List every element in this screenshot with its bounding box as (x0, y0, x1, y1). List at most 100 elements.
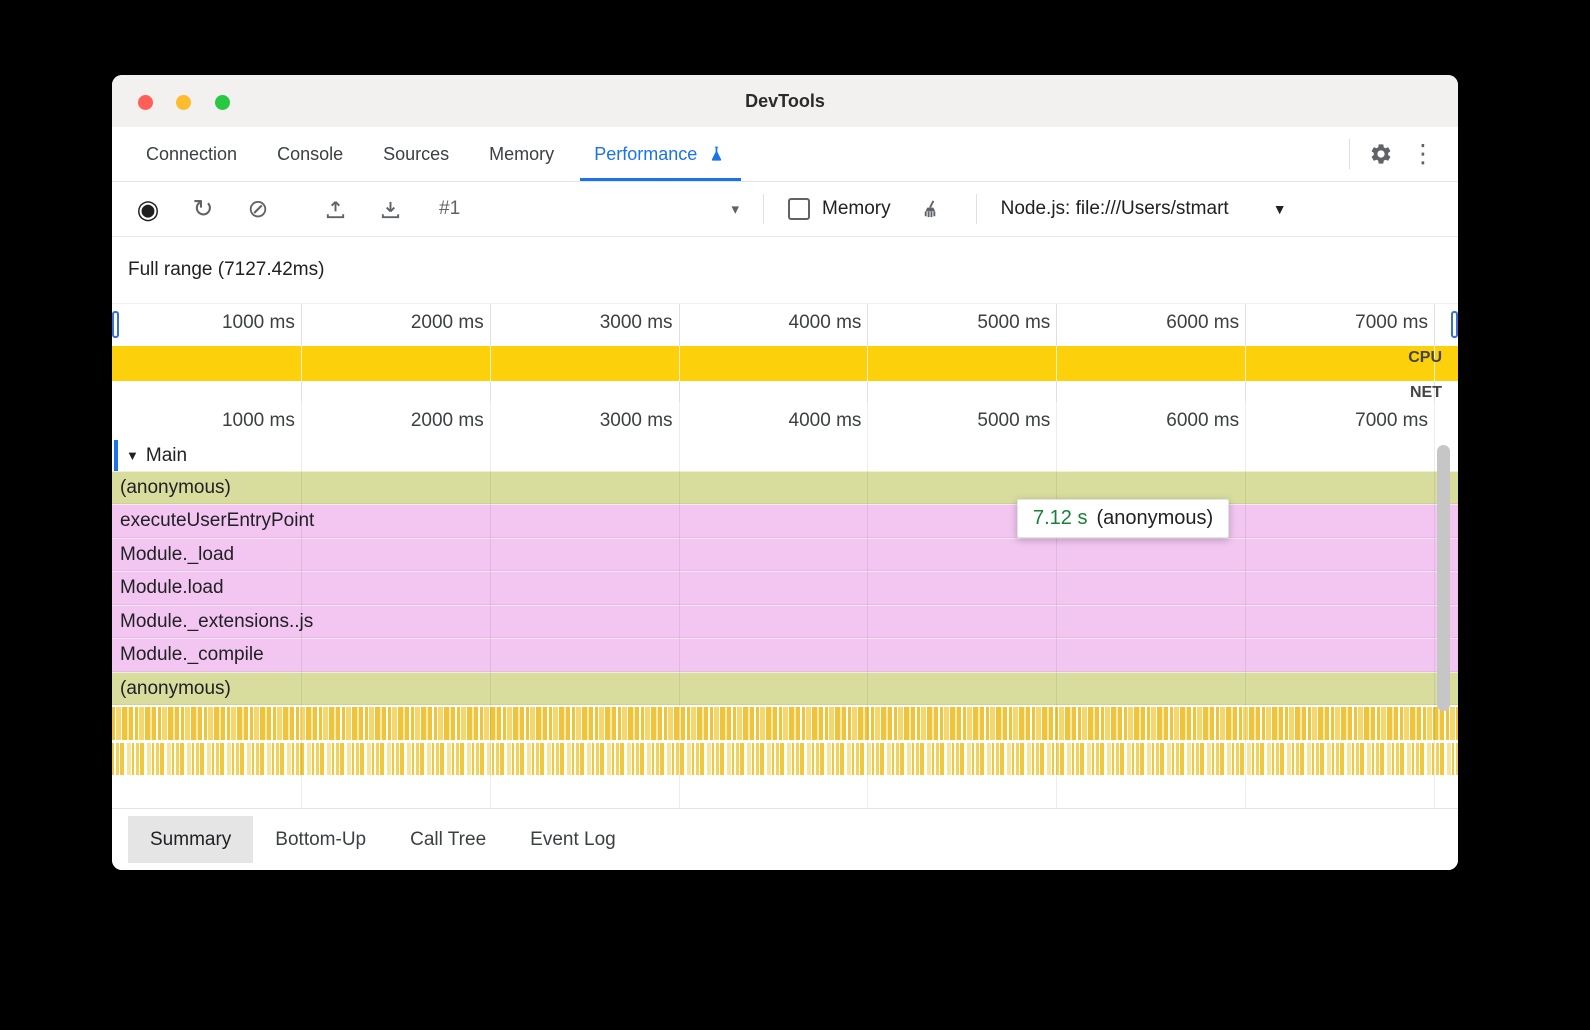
flame-row[interactable]: Module._load (112, 538, 1458, 571)
kebab-menu-icon: ⋮ (1411, 139, 1436, 169)
flame-row[interactable]: (anonymous) (112, 471, 1458, 504)
tabbar-separator (1349, 139, 1350, 169)
frame-label: Module._extensions..js (120, 611, 313, 632)
collect-garbage-icon (919, 198, 942, 221)
target-select[interactable]: Node.js: file:///Users/stmart ▼ (1001, 198, 1287, 220)
experiment-flask-icon (706, 144, 727, 165)
ruler-tick-label: 4000 ms (737, 410, 861, 432)
performance-toolbar: ◉ ↻ ⊘ #1 ▾ Memory Node.js: file:///Users… (112, 182, 1458, 237)
memory-checkbox-label: Memory (822, 198, 891, 220)
chevron-down-icon: ▾ (731, 200, 739, 218)
full-range-label: Full range (7127.42ms) (128, 259, 324, 281)
gridline (490, 304, 491, 403)
gridline (301, 304, 302, 403)
devtools-window: DevTools Connection Console Sources Memo… (112, 75, 1458, 870)
gridline (490, 402, 491, 808)
ruler-tick-label: 3000 ms (549, 410, 673, 432)
main-track-accent-bar (114, 440, 118, 471)
ruler-tick-label: 7000 ms (1304, 410, 1428, 432)
chevron-down-icon: ▼ (1273, 201, 1287, 217)
range-handle-left[interactable] (112, 311, 119, 338)
vertical-scrollbar[interactable] (1437, 445, 1450, 711)
ruler-tick-label: 2000 ms (360, 312, 484, 334)
record-icon: ◉ (137, 194, 160, 225)
upload-icon (324, 198, 347, 221)
clear-button[interactable]: ⊘ (238, 189, 278, 229)
gridline (1056, 304, 1057, 403)
frame-label: Module.load (120, 577, 224, 598)
timeline-overview[interactable]: 1000 ms 2000 ms 3000 ms 4000 ms 5000 ms … (112, 303, 1458, 404)
toolbar-separator (763, 194, 764, 224)
flame-row[interactable]: Module._compile (112, 638, 1458, 671)
clear-icon: ⊘ (248, 194, 269, 224)
profile-select-value: #1 (439, 198, 460, 220)
save-profile-button[interactable] (370, 189, 410, 229)
range-handle-right[interactable] (1451, 311, 1458, 338)
ruler-tick-label: 6000 ms (1115, 312, 1239, 334)
collect-garbage-button[interactable] (911, 189, 951, 229)
bottom-tab-bar: Summary Bottom-Up Call Tree Event Log (112, 808, 1458, 870)
gear-icon (1369, 142, 1393, 166)
frame-label: Module._compile (120, 644, 264, 665)
load-profile-button[interactable] (315, 189, 355, 229)
title-bar: DevTools (112, 75, 1458, 128)
tooltip-label: (anonymous) (1096, 507, 1213, 529)
flame-row[interactable]: executeUserEntryPoint (112, 504, 1458, 537)
ruler-tick-label: 1000 ms (171, 312, 295, 334)
frame-tooltip: 7.12 s (anonymous) (1017, 499, 1229, 538)
frame-label: (anonymous) (120, 477, 231, 498)
gridline (1056, 402, 1057, 808)
micro-frames-band[interactable] (112, 707, 1458, 740)
tab-summary[interactable]: Summary (128, 816, 253, 863)
gridline (1245, 402, 1246, 808)
tab-bottom-up[interactable]: Bottom-Up (253, 816, 388, 863)
gridline (867, 304, 868, 403)
tab-performance[interactable]: Performance (574, 127, 747, 181)
window-title: DevTools (112, 75, 1458, 127)
tab-call-tree[interactable]: Call Tree (388, 816, 508, 863)
cpu-activity-band (112, 346, 1458, 381)
micro-frames-band[interactable] (112, 743, 1458, 775)
record-button[interactable]: ◉ (128, 189, 168, 229)
frame-label: executeUserEntryPoint (120, 510, 314, 531)
flame-row[interactable]: (anonymous) (112, 672, 1458, 705)
gridline (1434, 402, 1435, 808)
tab-memory[interactable]: Memory (469, 127, 574, 181)
cpu-track-label: CPU (1408, 349, 1442, 367)
target-select-value: Node.js: file:///Users/stmart (1001, 198, 1229, 220)
settings-gear-button[interactable] (1360, 133, 1402, 175)
gridline (301, 402, 302, 808)
memory-checkbox[interactable] (788, 198, 810, 220)
gridline (867, 402, 868, 808)
frame-label: Module._load (120, 544, 234, 565)
ruler-tick-label: 4000 ms (737, 312, 861, 334)
ruler-tick-label: 3000 ms (549, 312, 673, 334)
reload-icon: ↻ (193, 194, 214, 224)
tooltip-duration: 7.12 s (1033, 507, 1087, 529)
ruler-tick-label: 6000 ms (1115, 410, 1239, 432)
ruler-tick-label: 1000 ms (171, 410, 295, 432)
reload-and-record-button[interactable]: ↻ (183, 189, 223, 229)
ruler-tick-label: 2000 ms (360, 410, 484, 432)
toolbar-separator (976, 194, 977, 224)
tab-sources[interactable]: Sources (363, 127, 469, 181)
tab-event-log[interactable]: Event Log (508, 816, 638, 863)
gridline (1245, 304, 1246, 403)
tab-console[interactable]: Console (257, 127, 363, 181)
main-tab-bar: Connection Console Sources Memory Perfor… (112, 127, 1458, 182)
ruler-tick-label: 5000 ms (926, 312, 1050, 334)
flame-row[interactable]: Module._extensions..js (112, 605, 1458, 638)
more-options-button[interactable]: ⋮ (1402, 133, 1444, 175)
main-track-header[interactable]: ▼ Main (112, 440, 187, 471)
tab-connection[interactable]: Connection (126, 127, 257, 181)
flame-rows: (anonymous) executeUserEntryPoint Module… (112, 471, 1458, 705)
flame-row[interactable]: Module.load (112, 571, 1458, 604)
download-icon (379, 198, 402, 221)
gridline (679, 402, 680, 808)
ruler-tick-label: 7000 ms (1304, 312, 1428, 334)
flame-chart[interactable]: (anonymous) executeUserEntryPoint Module… (112, 402, 1458, 808)
disclosure-triangle-icon: ▼ (126, 448, 139, 463)
profile-select[interactable]: #1 ▾ (429, 198, 749, 220)
ruler-tick-label: 5000 ms (926, 410, 1050, 432)
main-track-label: Main (146, 445, 187, 467)
